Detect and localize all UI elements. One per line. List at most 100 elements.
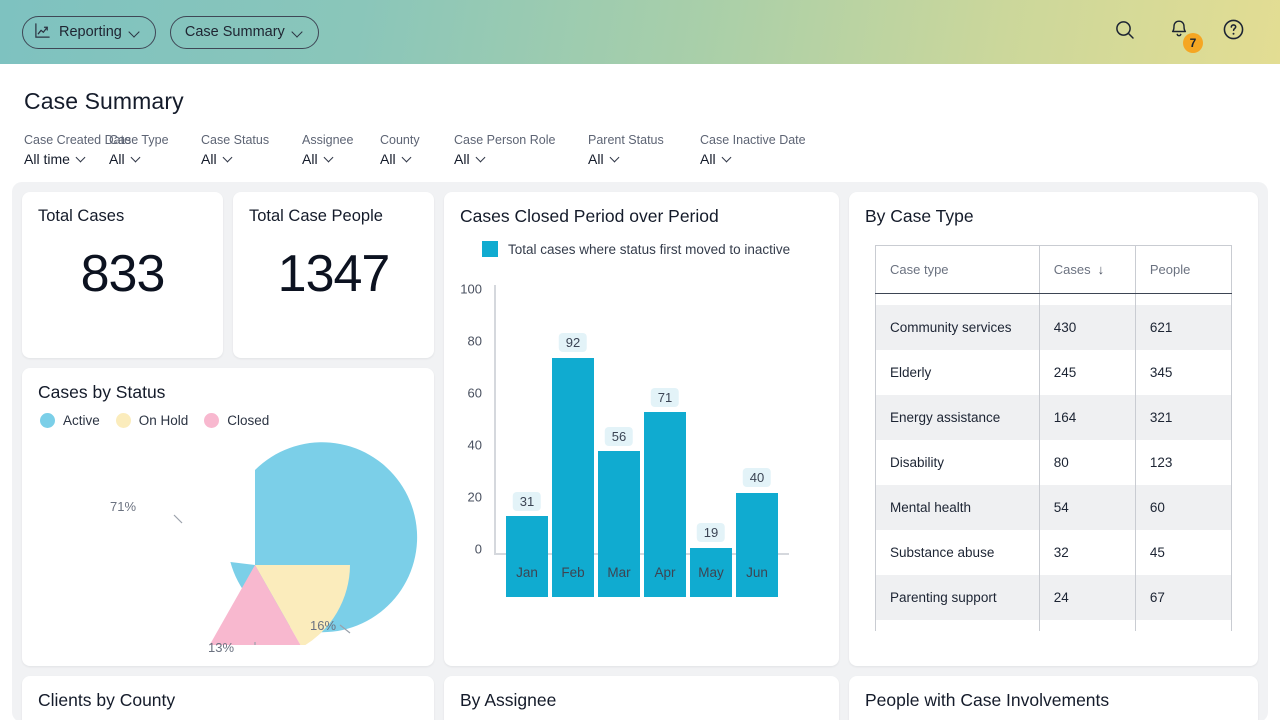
reporting-app-switcher[interactable]: Reporting xyxy=(22,16,156,49)
table-row[interactable]: Mental health 54 60 xyxy=(876,485,1232,530)
table-row[interactable]: Community services 430 621 xyxy=(876,305,1232,350)
dashboard-left-column: Total Cases 833 Total Case People 1347 C… xyxy=(22,192,434,666)
reporting-app-label: Reporting xyxy=(59,24,122,40)
kpi-label: Total Cases xyxy=(22,192,223,226)
pie-label-active: 71% xyxy=(110,499,136,514)
column-header-cases[interactable]: Cases ↓ xyxy=(1039,246,1135,294)
filter-case-inactive-date-value[interactable]: All xyxy=(700,148,732,170)
cell-case-type: Disability xyxy=(876,440,1040,485)
legend-swatch-active xyxy=(40,413,55,428)
x-axis-tick-jan: Jan xyxy=(516,565,538,580)
legend-item-on-hold[interactable]: On Hold xyxy=(116,413,189,428)
question-circle-icon xyxy=(1221,17,1246,47)
chevron-down-icon xyxy=(76,154,86,164)
kpi-card-total-cases[interactable]: Total Cases 833 xyxy=(22,192,223,358)
column-header-label: People xyxy=(1150,262,1190,277)
bar-jun[interactable] xyxy=(736,493,778,597)
pie-chart[interactable]: 71% 16% 13% xyxy=(22,430,434,645)
search-icon xyxy=(1113,18,1137,47)
filter-value-text: All time xyxy=(24,148,70,170)
help-button[interactable] xyxy=(1218,17,1248,47)
filter-case-type: Case Type All xyxy=(109,132,201,170)
filter-bar: Case Created Date All time Case Type All… xyxy=(24,132,1256,170)
legend-item-active[interactable]: Active xyxy=(40,413,100,428)
cell-cases: 245 xyxy=(1039,350,1135,395)
chevron-down-icon xyxy=(610,154,620,164)
top-navigation-bar: Reporting Case Summary 7 xyxy=(0,0,1280,64)
bar-value-jan: 31 xyxy=(513,492,541,511)
filter-county-value[interactable]: All xyxy=(380,148,412,170)
filter-case-status: Case Status All xyxy=(201,132,302,170)
filter-value-text: All xyxy=(588,148,604,170)
table-row[interactable]: Energy assistance 164 321 xyxy=(876,395,1232,440)
cell-case-type: Community services xyxy=(876,305,1040,350)
page-title: Case Summary xyxy=(24,88,1256,115)
y-axis-tick: 40 xyxy=(448,438,482,453)
y-axis-tick: 0 xyxy=(448,542,482,557)
card-title: Cases Closed Period over Period xyxy=(444,192,839,227)
pie-legend: Active On Hold Closed xyxy=(22,403,434,428)
clients-by-county-card: Clients by County xyxy=(22,676,434,720)
case-summary-selector-label: Case Summary xyxy=(185,24,285,40)
legend-label: Total cases where status first moved to … xyxy=(508,242,790,257)
chevron-down-icon xyxy=(131,154,141,164)
cell-people: 621 xyxy=(1135,305,1231,350)
filter-county: County All xyxy=(380,132,454,170)
bar-chart-legend[interactable]: Total cases where status first moved to … xyxy=(444,227,839,257)
filter-parent-status-value[interactable]: All xyxy=(588,148,620,170)
filter-assignee-value[interactable]: All xyxy=(302,148,334,170)
bar-plot-area: 31 92 56 71 19 40 xyxy=(494,293,789,597)
filter-label: Case Created Date xyxy=(24,132,109,148)
x-axis-tick-may: May xyxy=(698,565,724,580)
column-header-label: Case type xyxy=(890,262,949,277)
chevron-down-icon xyxy=(130,27,141,38)
filter-case-person-role: Case Person Role All xyxy=(454,132,588,170)
filter-label: Case Type xyxy=(109,132,201,148)
notification-count-badge: 7 xyxy=(1183,33,1203,53)
bar-feb[interactable] xyxy=(552,358,594,597)
bar-value-feb: 92 xyxy=(559,333,587,352)
table-row[interactable]: Parenting support 24 67 xyxy=(876,575,1232,620)
column-header-label: Cases xyxy=(1054,262,1091,277)
column-header-people[interactable]: People xyxy=(1135,246,1231,294)
bar-chart[interactable]: 100 80 60 40 20 0 31 92 5 xyxy=(444,271,839,601)
search-button[interactable] xyxy=(1110,17,1140,47)
cell-people: 60 xyxy=(1135,485,1231,530)
table-body: Community services 430 621 Elderly 245 3… xyxy=(876,294,1232,631)
x-axis-tick-mar: Mar xyxy=(607,565,630,580)
legend-label: On Hold xyxy=(139,413,189,428)
bar-value-jun: 40 xyxy=(743,468,771,487)
filter-case-type-value[interactable]: All xyxy=(109,148,141,170)
table-header: Case type Cases ↓ People xyxy=(876,246,1232,294)
x-axis-tick-feb: Feb xyxy=(561,565,584,580)
table-spacer-row xyxy=(876,620,1232,631)
filter-case-created-date-value[interactable]: All time xyxy=(24,148,86,170)
chevron-down-icon xyxy=(293,27,304,38)
filter-value-text: All xyxy=(109,148,125,170)
legend-label: Active xyxy=(63,413,100,428)
cell-case-type: Substance abuse xyxy=(876,530,1040,575)
table-row[interactable]: Substance abuse 32 45 xyxy=(876,530,1232,575)
column-header-case-type[interactable]: Case type xyxy=(876,246,1040,294)
card-title: By Case Type xyxy=(849,192,1258,227)
cell-case-type: Mental health xyxy=(876,485,1040,530)
case-summary-report-selector[interactable]: Case Summary xyxy=(170,16,319,49)
y-axis-tick: 100 xyxy=(448,282,482,297)
card-title: Clients by County xyxy=(22,676,434,711)
case-type-table: Case type Cases ↓ People Community servic… xyxy=(875,245,1232,631)
card-title: People with Case Involvements xyxy=(849,676,1258,711)
filter-case-person-role-value[interactable]: All xyxy=(454,148,486,170)
bar-value-may: 19 xyxy=(697,523,725,542)
bar-jan[interactable] xyxy=(506,516,548,597)
line-chart-up-icon xyxy=(34,22,51,43)
table-row[interactable]: Disability 80 123 xyxy=(876,440,1232,485)
filter-case-status-value[interactable]: All xyxy=(201,148,233,170)
sort-descending-icon: ↓ xyxy=(1098,262,1105,277)
cell-cases: 164 xyxy=(1039,395,1135,440)
kpi-card-total-case-people[interactable]: Total Case People 1347 xyxy=(233,192,434,358)
notifications-button[interactable]: 7 xyxy=(1164,17,1194,47)
filter-label: Parent Status xyxy=(588,132,700,148)
legend-item-closed[interactable]: Closed xyxy=(204,413,269,428)
table-row[interactable]: Elderly 245 345 xyxy=(876,350,1232,395)
x-axis-tick-jun: Jun xyxy=(746,565,768,580)
